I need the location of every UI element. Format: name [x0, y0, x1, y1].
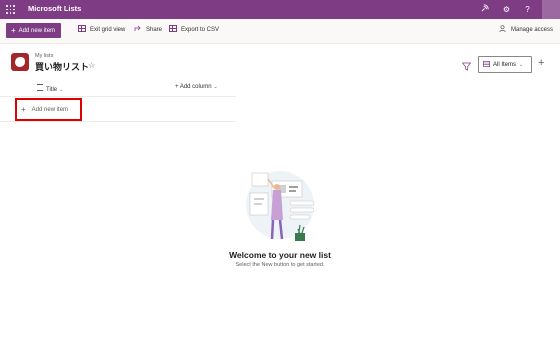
feed-icon[interactable]: [479, 3, 492, 16]
waffle-icon[interactable]: [6, 5, 15, 14]
person-icon: [499, 24, 507, 33]
grid-icon: [78, 25, 86, 32]
command-bar: + Add new item Exit grid view Share Expor…: [0, 19, 560, 44]
add-new-item-row-label: Add new item: [31, 107, 69, 113]
view-selector-label: All Items: [493, 62, 517, 68]
app-window: Microsoft Lists ⚙ ? + Add new item Exit g…: [0, 0, 560, 361]
share-icon: [134, 24, 142, 31]
empty-list-illustration: [242, 165, 318, 245]
exit-grid-view-label: Exit grid view: [90, 27, 126, 33]
list-view-icon: [483, 58, 490, 67]
plus-icon: +: [11, 26, 16, 35]
avatar[interactable]: [542, 0, 560, 19]
text-column-icon: [37, 84, 43, 91]
add-new-item-row[interactable]: + Add new item: [15, 98, 82, 121]
export-csv-label: Export to CSV: [181, 27, 220, 33]
chevron-down-icon: ⌄: [59, 87, 64, 93]
divider: [0, 121, 236, 122]
chevron-down-icon: ⌄: [519, 62, 524, 68]
favorite-star-icon[interactable]: ☆: [88, 61, 95, 70]
column-title-label: Title: [46, 87, 58, 93]
add-column-button[interactable]: + Add column ⌄: [175, 84, 218, 90]
share-label: Share: [146, 27, 163, 33]
chevron-down-icon: ⌄: [213, 84, 218, 90]
column-header-title[interactable]: Title ⌄: [37, 84, 63, 93]
suite-bar: Microsoft Lists ⚙ ?: [0, 0, 560, 19]
filter-icon[interactable]: [461, 62, 472, 71]
gear-icon[interactable]: ⚙: [500, 3, 513, 16]
add-column-label: Add column: [179, 84, 212, 90]
manage-access-button[interactable]: Manage access: [499, 23, 553, 38]
share-button[interactable]: Share: [134, 23, 162, 38]
add-new-item-button[interactable]: + Add new item: [6, 23, 62, 38]
export-csv-button[interactable]: Export to CSV: [169, 23, 219, 38]
empty-state-title: Welcome to your new list: [229, 250, 331, 260]
grid-column-header: Title ⌄ + Add column ⌄: [0, 79, 236, 97]
plus-icon: +: [21, 105, 26, 114]
app-title[interactable]: Microsoft Lists: [28, 4, 81, 13]
list-title: 買い物リスト: [35, 62, 90, 72]
add-view-icon[interactable]: +: [538, 57, 544, 69]
manage-access-label: Manage access: [511, 27, 554, 33]
export-icon: [169, 25, 177, 32]
breadcrumb[interactable]: My lists: [35, 53, 53, 59]
help-icon[interactable]: ?: [521, 3, 534, 16]
add-new-item-label: Add new item: [18, 28, 56, 34]
list-icon: [11, 53, 29, 71]
empty-state-subtitle: Select the New button to get started.: [235, 262, 325, 268]
view-selector[interactable]: All Items ⌄: [478, 56, 532, 73]
exit-grid-view-button[interactable]: Exit grid view: [78, 23, 125, 38]
